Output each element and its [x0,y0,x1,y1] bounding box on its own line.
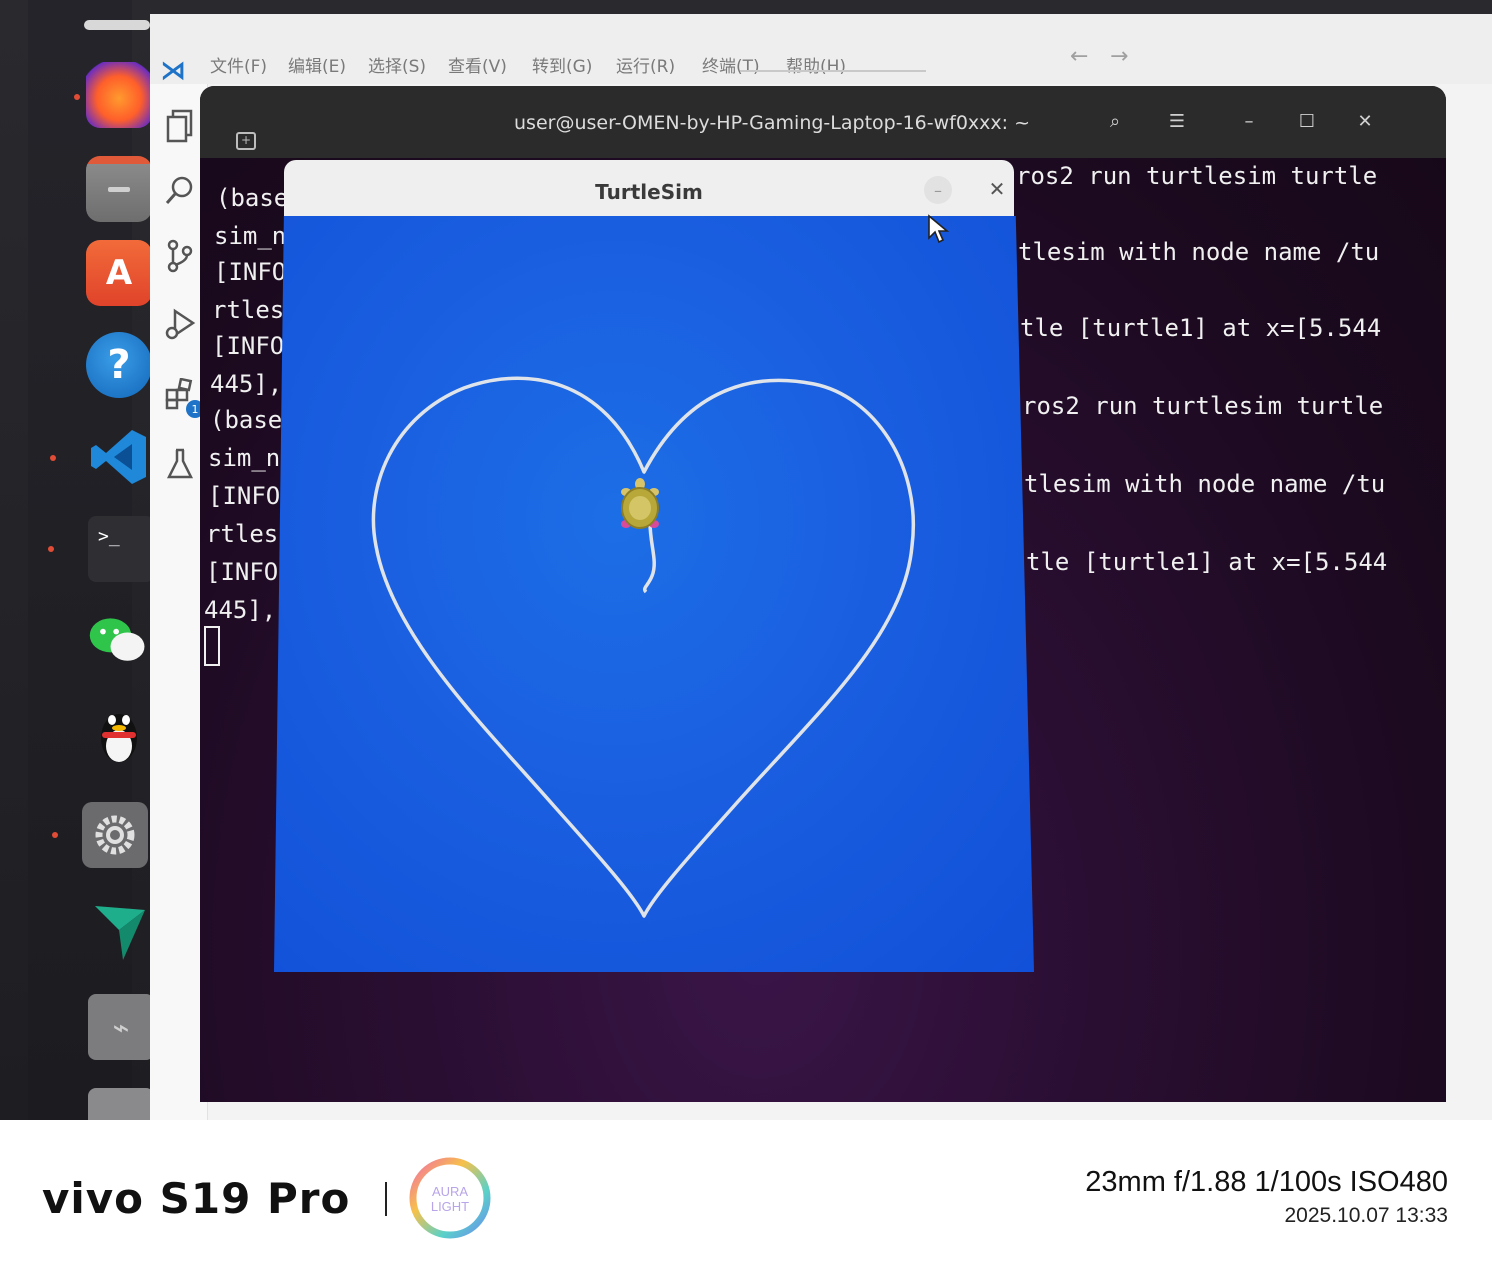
turtlesim-canvas [274,216,1034,972]
running-indicator [48,546,54,552]
phone-brand: vivo S19 Pro [42,1174,351,1223]
vscode-icon[interactable] [86,424,152,490]
nav-back-icon[interactable]: ← [1070,44,1088,69]
wechat-icon[interactable] [86,608,152,674]
menu-edit[interactable]: 编辑(E) [288,52,346,77]
dock-top-indicator [84,20,150,30]
terminal-line: ros2 run turtlesim turtle [1016,162,1378,190]
terminal-minimize-icon[interactable]: – [1234,106,1264,136]
running-indicator [74,94,80,100]
terminal-line: tle [turtle1] at x=[5.544 [1020,314,1382,342]
menu-view[interactable]: 查看(V) [448,52,507,77]
menu-terminal[interactable]: 终端(T) [702,52,760,77]
aura-light-logo-icon: AURA LIGHT [409,1157,491,1239]
menu-underline [740,70,926,72]
firefox-icon[interactable] [86,62,152,128]
terminal-title: user@user-OMEN-by-HP-Gaming-Laptop-16-wf… [514,112,1031,134]
menu-file[interactable]: 文件(F) [210,52,267,77]
source-control-icon[interactable] [162,238,198,274]
photographed-screen: A ? >_ ⌁ ⋊ 文件(F) 编辑(E) 选择(S) 查看(V) 转到(G)… [0,0,1492,1120]
terminal-line: tlesim with node name /tu [1024,470,1386,498]
terminal-icon[interactable]: >_ [88,516,154,582]
terminal-menu-icon[interactable]: ☰ [1162,106,1192,136]
turtle-sprite [621,478,659,529]
qq-icon[interactable] [86,702,152,768]
capture-datetime: 2025.10.07 13:33 [1284,1204,1449,1227]
nav-forward-icon[interactable]: → [1110,44,1128,69]
help-icon[interactable]: ? [86,332,152,398]
terminal-header: + user@user-OMEN-by-HP-Gaming-Laptop-16-… [200,86,1446,158]
menu-go[interactable]: 转到(G) [532,52,592,77]
camera-parameters: 23mm f/1.88 1/100s ISO480 [1085,1166,1448,1198]
terminal-line: (base [210,406,283,434]
vscode-logo-icon: ⋊ [160,56,186,86]
ubuntu-dock: A ? >_ ⌁ [28,0,154,1120]
svg-text:AURA: AURA [432,1184,468,1199]
mouse-pointer-icon [928,214,950,244]
run-debug-icon[interactable] [162,306,198,342]
feishu-icon[interactable] [86,896,152,962]
running-indicator [52,832,58,838]
usb-drive-icon[interactable]: ⌁ [88,994,154,1060]
new-tab-icon[interactable]: + [236,132,256,150]
terminal-line: tle [turtle1] at x=[5.544 [1026,548,1388,576]
pen-trail-tail [642,521,656,594]
terminal-line: 445], [204,596,277,624]
files-icon[interactable] [86,156,152,222]
pen-trail-heart [371,376,915,918]
testing-flask-icon[interactable] [162,446,198,482]
vscode-menubar: ⋊ 文件(F) 编辑(E) 选择(S) 查看(V) 转到(G) 运行(R) 终端… [150,14,1492,86]
menu-selection[interactable]: 选择(S) [368,52,426,77]
terminal-search-icon[interactable]: ⌕ [1100,106,1130,136]
terminal-close-icon[interactable]: ✕ [1350,106,1380,136]
turtlesim-title: TurtleSim [595,180,703,204]
terminal-line: tlesim with node name /tu [1018,238,1380,266]
brand-separator [385,1182,387,1216]
terminal-line: 445], [210,370,283,398]
terminal-line: [INFO [206,558,279,586]
turtlesim-minimize-icon[interactable]: – [924,176,952,204]
menu-run[interactable]: 运行(R) [616,52,675,77]
turtlesim-window[interactable]: TurtleSim – ✕ [274,160,1034,972]
running-indicator [50,455,56,461]
explorer-icon[interactable] [162,108,198,144]
search-icon[interactable] [162,172,198,208]
settings-icon[interactable] [82,802,148,868]
terminal-line: rtles [206,520,279,548]
terminal-line: [INFO [208,482,281,510]
camera-watermark: vivo S19 Pro AURA LIGHT 23mm f/1.88 1/10… [0,1120,1492,1279]
terminal-maximize-icon[interactable]: ☐ [1292,106,1322,136]
extensions-icon[interactable]: 1 [162,376,204,418]
terminal-cursor [204,626,220,666]
terminal-line: sim_n [208,444,281,472]
turtlesim-close-icon[interactable]: ✕ [982,174,1012,204]
trash-icon[interactable] [88,1088,154,1120]
svg-text:LIGHT: LIGHT [431,1199,469,1214]
terminal-line: ros2 run turtlesim turtle [1022,392,1384,420]
app-center-icon[interactable]: A [86,240,152,306]
menu-help[interactable]: 帮助(H) [786,52,846,77]
